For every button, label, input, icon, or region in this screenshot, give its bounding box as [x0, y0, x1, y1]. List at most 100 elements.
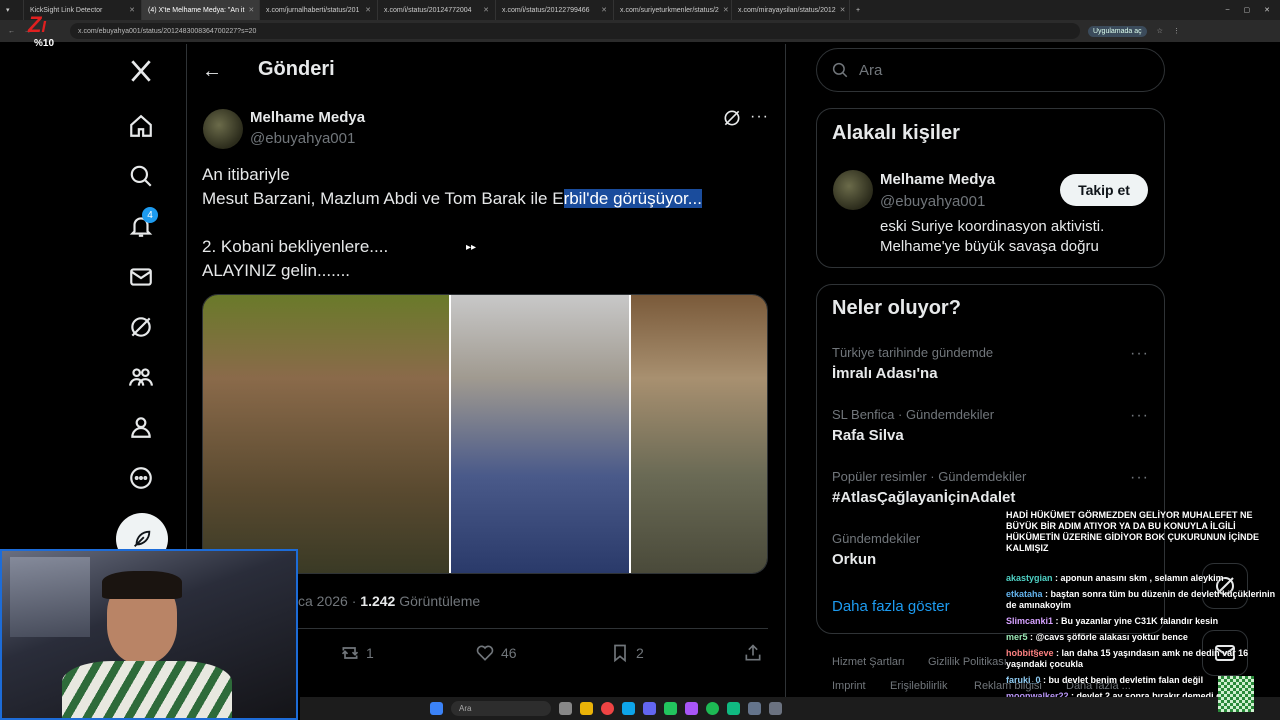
trend-name[interactable]: Rafa Silva [832, 427, 904, 444]
browser-tab[interactable]: x.com/mirayaysilan/status/2012 ✕ [732, 0, 850, 20]
footer-link[interactable]: Imprint [832, 680, 866, 692]
whatsapp-icon[interactable] [727, 702, 740, 715]
chat-message: Slimcanki1 : Bu yazanlar yine C31K falan… [1006, 616, 1280, 627]
author-handle[interactable]: @ebuyahya001 [250, 130, 355, 147]
grok-icon[interactable] [118, 304, 164, 350]
url-input[interactable]: x.com/ebuyahya001/status/201248300836470… [70, 23, 1080, 39]
author-avatar[interactable] [203, 109, 243, 149]
file-explorer-icon[interactable] [580, 702, 593, 715]
app-icon[interactable] [769, 702, 782, 715]
related-handle[interactable]: @ebuyahya001 [880, 193, 985, 210]
feather-icon [134, 530, 151, 547]
close-icon[interactable]: ✕ [723, 6, 729, 14]
search-icon[interactable] [118, 153, 164, 199]
bio-line: Melhame'ye büyük savaşa doğru [880, 238, 1099, 255]
footer-link[interactable]: Erişilebilirlik [890, 680, 947, 692]
chat-message: etkataha : baştan sonra tüm bu düzenin d… [1006, 589, 1280, 611]
close-icon[interactable]: ✕ [601, 6, 607, 14]
bio-line: eski Suriye koordinasyon aktivisti. [880, 218, 1105, 235]
chat-username: mer5 [1006, 632, 1028, 642]
follow-button[interactable]: Takip et [1060, 174, 1148, 206]
trend-name[interactable]: #AtlasÇağlayanİçinAdalet [832, 489, 1015, 506]
photo-left[interactable] [203, 295, 449, 573]
url-text: x.com/ebuyahya001/status/201248300836470… [78, 27, 257, 35]
chat-message: hobbit§eve : lan daha 15 yaşındasın amk … [1006, 648, 1280, 670]
chat-username: akastygian [1006, 573, 1053, 583]
close-icon[interactable]: ✕ [129, 6, 135, 14]
chat-message: mer5 : @cavs şöförle alakası yoktur benc… [1006, 632, 1280, 643]
app-icon[interactable] [748, 702, 761, 715]
star-icon[interactable]: ☆ [1157, 27, 1163, 35]
trend-more-icon[interactable]: ··· [1130, 407, 1149, 425]
back-icon[interactable]: ← [8, 28, 15, 35]
related-bio: eski Suriye koordinasyon aktivisti. Melh… [880, 217, 1104, 257]
show-more-link[interactable]: Daha fazla göster [832, 598, 950, 615]
trend-name[interactable]: Orkun [832, 551, 876, 568]
notifications-icon[interactable]: 4 [118, 203, 164, 249]
taskbar-search[interactable]: Ara [451, 701, 551, 716]
related-avatar[interactable] [833, 170, 873, 210]
new-tab-button[interactable]: + [850, 0, 870, 20]
stream-logo-text: %10 [34, 38, 55, 49]
close-icon[interactable]: ✕ [483, 6, 489, 14]
search-box[interactable]: Ara [816, 48, 1165, 92]
browser-tab[interactable]: x.com/i/status/20122799466 ✕ [496, 0, 614, 20]
trend-name[interactable]: İmralı Adası'na [832, 365, 938, 382]
close-icon[interactable]: ✕ [840, 6, 846, 14]
profile-icon[interactable] [118, 404, 164, 450]
share-icon [745, 644, 761, 661]
footer-link[interactable]: Hizmet Şartları [832, 656, 905, 668]
photo-right[interactable] [631, 295, 767, 573]
tweet-date[interactable]: ca 2026 [298, 593, 348, 609]
taskview-icon[interactable] [559, 702, 572, 715]
tab-menu-button[interactable]: ▾ [0, 0, 24, 20]
trend-more-icon[interactable]: ··· [1130, 345, 1149, 363]
grok-explain-icon[interactable] [722, 108, 742, 128]
views-count: 1.242 [360, 593, 396, 609]
close-icon[interactable]: ✕ [365, 6, 371, 14]
share-button[interactable] [743, 643, 763, 663]
menu-icon[interactable]: ⋮ [1173, 27, 1180, 35]
author-name[interactable]: Melhame Medya [250, 109, 365, 126]
trend-more-icon[interactable]: ··· [1130, 469, 1149, 487]
communities-icon[interactable] [118, 354, 164, 400]
footer-link[interactable]: Gizlilik Politikası [928, 656, 1007, 668]
retweet-button[interactable]: 1 [340, 643, 374, 663]
search-icon [832, 62, 848, 78]
close-window-icon[interactable]: ✕ [1264, 6, 1270, 14]
browser-tab[interactable]: x.com/jurnalhaberti/status/201 ✕ [260, 0, 378, 20]
photo-middle[interactable] [451, 295, 629, 573]
tweet-media[interactable] [202, 294, 768, 574]
webcam-person-shirt [62, 661, 232, 718]
browser-tab-active[interactable]: (4) X'te Melhame Medya: "An it ✕ [142, 0, 260, 20]
related-title: Alakalı kişiler [832, 122, 960, 144]
messages-icon[interactable] [118, 254, 164, 300]
close-icon[interactable]: ✕ [248, 6, 254, 14]
more-options-icon[interactable]: ··· [750, 108, 769, 126]
minimize-icon[interactable]: – [1226, 6, 1230, 14]
like-count: 46 [501, 645, 517, 661]
views-label: Görüntüleme [399, 593, 481, 609]
tweet-line: Mesut Barzani, Mazlum Abdi ve Tom Barak … [202, 187, 772, 211]
app-icon[interactable] [664, 702, 677, 715]
related-name[interactable]: Melhame Medya [880, 171, 995, 188]
browser-tab-bar: ▾ KickSight Link Detector ✕ (4) X'te Melh… [0, 0, 1280, 20]
chrome-icon[interactable] [601, 702, 614, 715]
home-icon[interactable] [118, 103, 164, 149]
chat-text: : aponun anasını skm , selamın aleykim [1052, 573, 1224, 583]
open-in-app-button[interactable]: Uygulamada aç [1088, 25, 1147, 37]
browser-tab[interactable]: x.com/suriyeturkmenler/status/2 ✕ [614, 0, 732, 20]
discord-icon[interactable] [643, 702, 656, 715]
maximize-icon[interactable]: ▢ [1244, 6, 1251, 14]
browser-tab[interactable]: x.com/i/status/20124772004 ✕ [378, 0, 496, 20]
windows-start-icon[interactable] [430, 702, 443, 715]
edge-icon[interactable] [622, 702, 635, 715]
like-button[interactable]: 46 [475, 643, 517, 663]
more-icon[interactable] [118, 455, 164, 501]
spotify-icon[interactable] [706, 702, 719, 715]
back-arrow-icon[interactable]: ← [202, 60, 222, 83]
chat-text: : bu devlet benim devletim falan değil [1040, 675, 1204, 685]
bookmark-button[interactable]: 2 [610, 643, 644, 663]
x-logo[interactable] [118, 48, 164, 94]
app-icon[interactable] [685, 702, 698, 715]
